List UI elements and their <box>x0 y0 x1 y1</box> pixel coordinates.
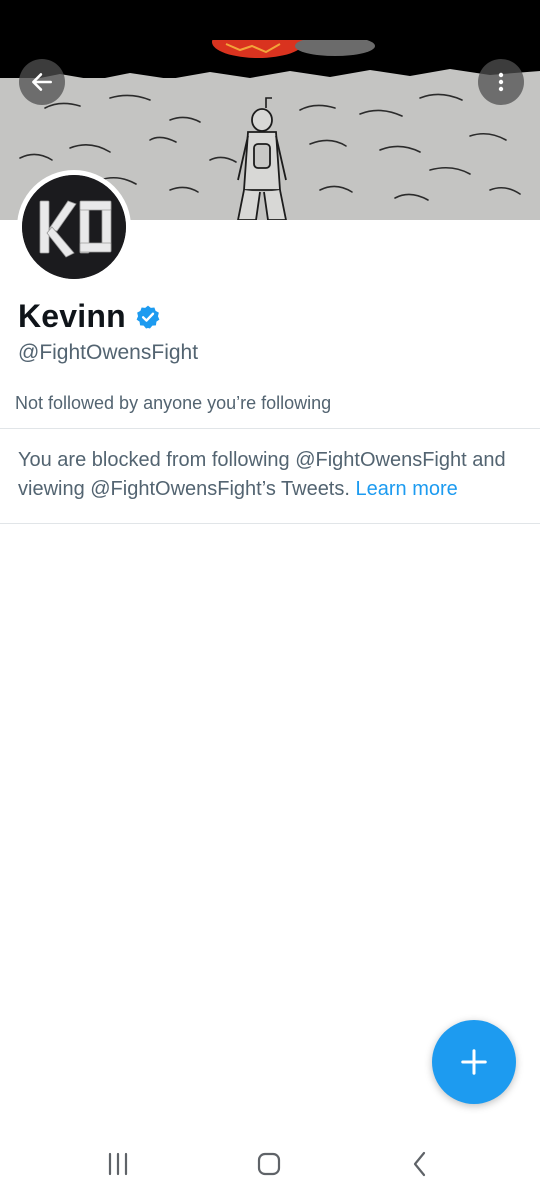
system-navigation-bar <box>0 1128 540 1200</box>
display-name: Kevinn <box>18 298 126 334</box>
status-bar <box>0 0 540 40</box>
verified-badge-icon <box>135 304 161 330</box>
recents-button[interactable] <box>98 1148 138 1180</box>
divider <box>0 428 540 429</box>
avatar-image: KO <box>22 175 126 279</box>
followers-you-follow: Not followed by anyone you’re following <box>15 393 332 413</box>
plus-icon <box>461 1049 487 1075</box>
nav-back-button[interactable] <box>400 1148 440 1180</box>
more-vertical-icon <box>498 72 504 92</box>
learn-more-link[interactable]: Learn more <box>356 478 458 500</box>
divider <box>0 523 540 524</box>
ko-logo: KO <box>22 175 126 279</box>
recents-icon <box>108 1152 128 1176</box>
more-options-button[interactable] <box>478 59 524 105</box>
profile-avatar[interactable]: KO <box>17 170 131 284</box>
back-button[interactable] <box>19 59 65 105</box>
home-button[interactable] <box>249 1148 289 1180</box>
compose-tweet-button[interactable] <box>432 1020 516 1104</box>
arrow-left-icon <box>32 73 52 91</box>
name-row: Kevinn <box>18 298 161 335</box>
profile-handle: @FightOwensFight <box>18 341 199 364</box>
home-icon <box>257 1152 281 1176</box>
back-chevron-icon <box>413 1151 426 1177</box>
blocked-notice: You are blocked from following @FightOwe… <box>18 446 530 504</box>
